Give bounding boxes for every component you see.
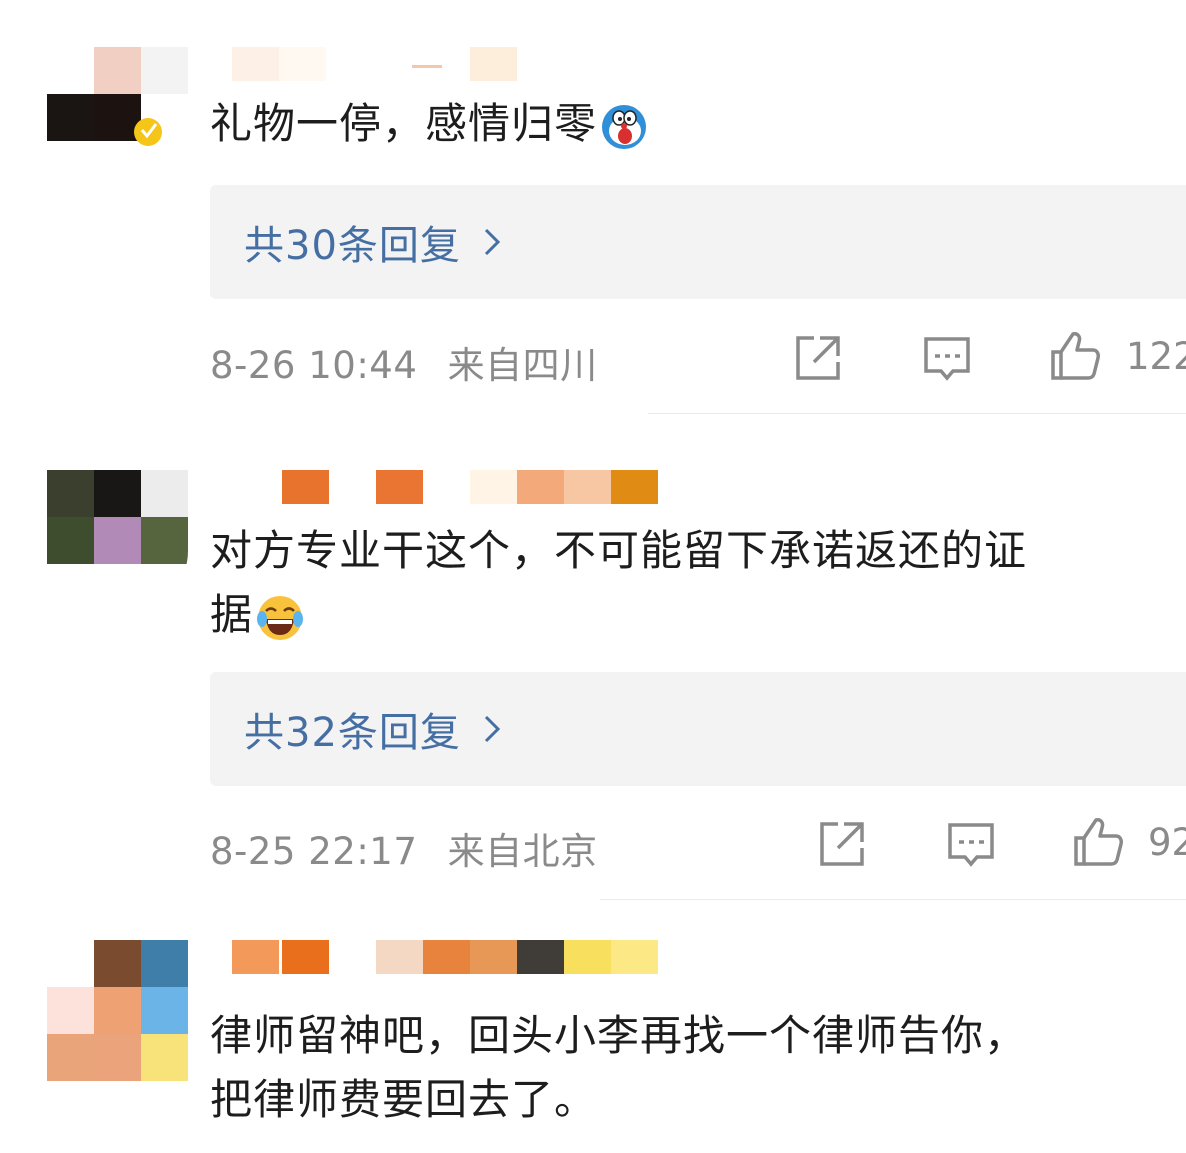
comment-meta: 8-25 22:17 来自北京	[210, 821, 598, 875]
comment-body-line-2: 据	[210, 583, 1186, 647]
comment-body-line-1: 对方专业干这个，不可能留下承诺返还的证	[210, 526, 1028, 575]
comment-item: 对方专业干这个，不可能留下承诺返还的证 据 共32条回复 8-25 22:17 …	[0, 415, 1186, 900]
thumbs-up-icon[interactable]	[1072, 816, 1124, 868]
laughing-tears-emoji	[257, 595, 304, 640]
comment-body-line-2: 把律师费要回去了。	[210, 1075, 598, 1124]
comment-text: 对方专业干这个，不可能留下承诺返还的证 据	[210, 519, 1186, 647]
verified-badge-icon	[134, 118, 162, 146]
chevron-right-icon	[484, 715, 501, 743]
view-replies-button[interactable]: 共30条回复	[210, 185, 1186, 299]
share-icon[interactable]	[792, 332, 844, 384]
comment-item: 律师留神吧，回头小李再找一个律师告你， 把律师费要回去了。	[0, 900, 1186, 1153]
doraemon-shock-emoji	[602, 104, 647, 149]
like-count: 92	[1148, 821, 1186, 864]
comment-location: 来自四川	[447, 344, 598, 387]
comment-body: 礼物一停，感情归零	[210, 99, 598, 148]
comment-date: 8-25 22:17	[210, 830, 418, 873]
avatar[interactable]	[47, 470, 188, 611]
replies-count-label: 共32条回复	[244, 710, 461, 756]
username-mosaic[interactable]	[232, 940, 662, 974]
username-mosaic[interactable]	[232, 47, 522, 81]
like-count: 122	[1126, 335, 1186, 378]
replies-count-label: 共30条回复	[244, 223, 461, 269]
divider	[648, 413, 1186, 414]
comment-icon[interactable]	[921, 332, 973, 384]
view-replies-button[interactable]: 共32条回复	[210, 672, 1186, 786]
thumbs-up-icon[interactable]	[1049, 330, 1101, 382]
comment-location: 来自北京	[447, 830, 598, 873]
share-icon[interactable]	[816, 818, 868, 870]
comment-item: 礼物一停，感情归零 共30条回复 8-26 10:44 来自四川 122	[0, 0, 1186, 415]
chevron-right-icon	[484, 228, 501, 256]
comment-text: 礼物一停，感情归零	[210, 92, 1186, 156]
username-mosaic[interactable]	[232, 470, 662, 504]
avatar[interactable]	[47, 940, 188, 1081]
comment-body-line-1: 律师留神吧，回头小李再找一个律师告你，	[210, 1011, 1028, 1060]
avatar[interactable]	[47, 47, 188, 188]
comment-icon[interactable]	[945, 818, 997, 870]
comment-meta: 8-26 10:44 来自四川	[210, 335, 598, 389]
comment-date: 8-26 10:44	[210, 344, 418, 387]
comment-text: 律师留神吧，回头小李再找一个律师告你， 把律师费要回去了。	[210, 1004, 1186, 1132]
